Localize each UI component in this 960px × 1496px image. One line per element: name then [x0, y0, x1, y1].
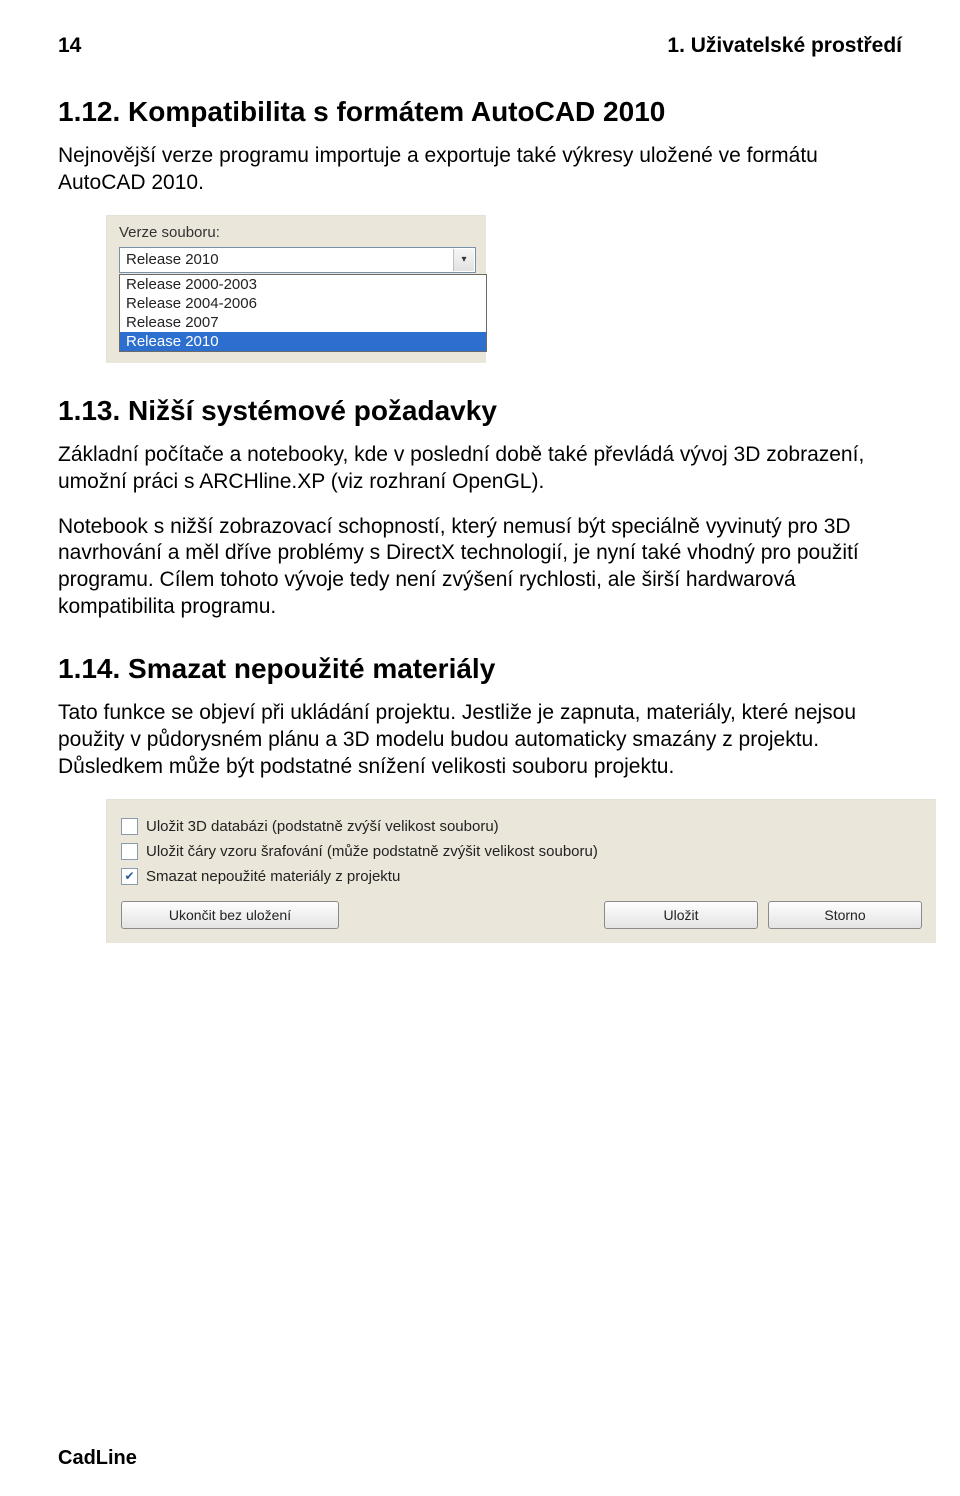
section-1-12-title: 1.12. Kompatibilita s formátem AutoCAD 2… — [58, 94, 902, 129]
file-version-option-selected[interactable]: Release 2010 — [120, 332, 486, 351]
section-1-14-title: 1.14. Smazat nepoužité materiály — [58, 651, 902, 686]
save-options-panel: Uložit 3D databázi (podstatně zvýší veli… — [106, 799, 936, 943]
save-option-row: Uložit čáry vzoru šrafování (může podsta… — [121, 843, 922, 860]
checkbox-save-hatch-lines[interactable] — [121, 843, 138, 860]
checkbox-label: Uložit 3D databázi (podstatně zvýší veli… — [146, 818, 499, 835]
chapter-title: 1. Uživatelské prostředí — [667, 34, 902, 58]
file-version-option[interactable]: Release 2000-2003 — [120, 275, 486, 294]
checkbox-save-3d-db[interactable] — [121, 818, 138, 835]
file-version-option[interactable]: Release 2004-2006 — [120, 294, 486, 313]
exit-without-save-button[interactable]: Ukončit bez uložení — [121, 901, 339, 929]
file-version-option[interactable]: Release 2007 — [120, 313, 486, 332]
cancel-button[interactable]: Storno — [768, 901, 922, 929]
checkbox-label: Smazat nepoužité materiály z projektu — [146, 868, 400, 885]
file-version-label: Verze souboru: — [119, 224, 476, 241]
section-1-14-text: Tato funkce se objeví při ukládání proje… — [58, 700, 902, 781]
button-row: Ukončit bez uložení Uložit Storno — [121, 901, 922, 929]
chevron-down-icon[interactable]: ▾ — [453, 249, 474, 271]
footer-brand: CadLine — [58, 1447, 137, 1470]
file-version-dropdown[interactable]: Release 2000-2003 Release 2004-2006 Rele… — [119, 274, 487, 352]
page-number: 14 — [58, 34, 81, 58]
file-version-combo[interactable]: Release 2010 ▾ — [119, 247, 476, 273]
section-1-13-title: 1.13. Nižší systémové požadavky — [58, 393, 902, 428]
checkbox-delete-unused-materials[interactable]: ✔ — [121, 868, 138, 885]
save-option-row: Uložit 3D databázi (podstatně zvýší veli… — [121, 818, 922, 835]
save-button[interactable]: Uložit — [604, 901, 758, 929]
page-header: 14 1. Uživatelské prostředí — [58, 34, 902, 58]
checkbox-label: Uložit čáry vzoru šrafování (může podsta… — [146, 843, 598, 860]
section-1-13-text-1: Základní počítače a notebooky, kde v pos… — [58, 442, 902, 496]
file-version-selected: Release 2010 — [126, 251, 219, 268]
section-1-13-text-2: Notebook s nižší zobrazovací schopností,… — [58, 514, 902, 622]
save-option-row: ✔ Smazat nepoužité materiály z projektu — [121, 868, 922, 885]
file-version-panel: Verze souboru: Release 2010 ▾ Release 20… — [106, 215, 486, 363]
section-1-12-text: Nejnovější verze programu importuje a ex… — [58, 143, 902, 197]
